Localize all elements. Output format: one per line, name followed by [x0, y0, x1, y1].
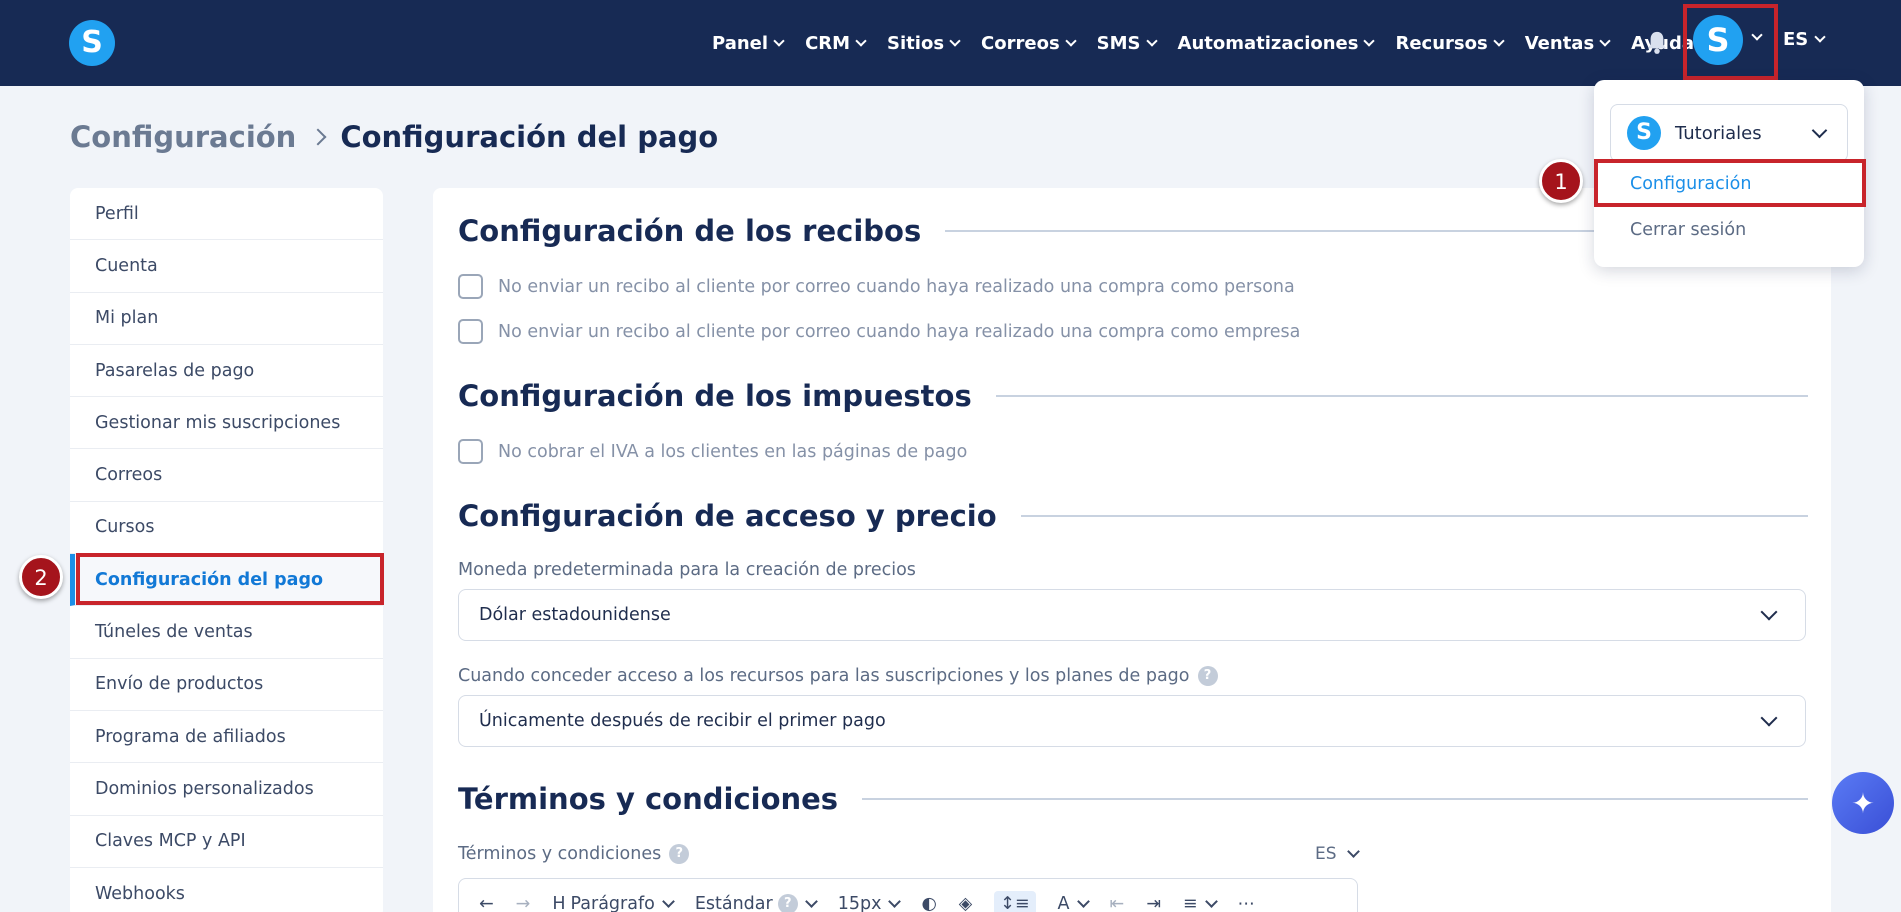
chevron-down-icon: [888, 895, 902, 908]
bell-icon[interactable]: [1646, 30, 1668, 54]
chevron-down-icon: [1076, 895, 1090, 908]
checkbox-row-vat[interactable]: No cobrar el IVA a los clientes en las p…: [458, 439, 967, 464]
redo-icon[interactable]: →: [516, 894, 531, 912]
checkbox-label: No enviar un recibo al cliente por corre…: [498, 276, 1295, 297]
chevron-down-icon: [661, 895, 675, 908]
sidebar-item-envio[interactable]: Envío de productos: [70, 659, 383, 711]
nav-item-ventas[interactable]: Ventas: [1525, 33, 1611, 54]
undo-icon[interactable]: ←: [479, 894, 494, 912]
highlight-avatar: [1683, 4, 1778, 80]
chevron-down-icon: [1814, 31, 1826, 43]
section-title-taxes: Configuración de los impuestos: [458, 379, 1808, 413]
highlight-settings-item: [1594, 159, 1866, 207]
outdent-icon[interactable]: ⇤: [1110, 894, 1125, 912]
font-select[interactable]: Estándar?: [695, 894, 818, 912]
main-nav: Panel CRM Sitios Correos SMS Automatizac…: [712, 0, 1694, 86]
sidebar-item-cursos[interactable]: Cursos: [70, 502, 383, 555]
ai-assistant-button[interactable]: ✦: [1832, 772, 1894, 834]
section-title-access: Configuración de acceso y precio: [458, 499, 1808, 533]
access-grant-select[interactable]: Únicamente después de recibir el primer …: [458, 695, 1806, 747]
help-icon[interactable]: ?: [669, 844, 690, 864]
checkbox-row-receipt-company[interactable]: No enviar un recibo al cliente por corre…: [458, 319, 1300, 344]
sidebar-item-afiliados[interactable]: Programa de afiliados: [70, 711, 383, 764]
nav-item-panel[interactable]: Panel: [712, 33, 785, 54]
checkbox-row-receipt-person[interactable]: No enviar un recibo al cliente por corre…: [458, 274, 1295, 299]
help-icon[interactable]: ?: [1197, 666, 1218, 686]
chevron-down-icon: [804, 895, 818, 908]
checkbox[interactable]: [458, 439, 483, 464]
sidebar-item-perfil[interactable]: Perfil: [70, 188, 383, 241]
language-selector[interactable]: ES: [1783, 29, 1826, 50]
fill-color-icon[interactable]: ◈: [959, 894, 972, 912]
chevron-down-icon: [1493, 34, 1505, 47]
sidebar-item-tuneles[interactable]: Túneles de ventas: [70, 606, 383, 659]
top-navbar: S Panel CRM Sitios Correos SMS Automatiz…: [0, 0, 1901, 86]
chevron-down-icon: [855, 34, 867, 47]
chevron-down-icon: [1760, 709, 1778, 727]
section-title-terms: Términos y condiciones: [458, 782, 1808, 816]
step-badge-1: 1: [1539, 159, 1583, 203]
editor-language-selector[interactable]: ES: [1315, 844, 1360, 864]
more-icon[interactable]: ⋯: [1238, 894, 1256, 912]
sparkle-icon: ✦: [1851, 786, 1875, 820]
account-logo: S: [1627, 116, 1661, 150]
chevron-down-icon: [1760, 603, 1778, 621]
align-icon[interactable]: ≡: [1183, 894, 1218, 912]
nav-item-automatizaciones[interactable]: Automatizaciones: [1178, 33, 1376, 54]
account-name: Tutoriales: [1675, 122, 1762, 144]
chevron-down-icon: [1145, 34, 1158, 47]
text-format-icon[interactable]: A: [1058, 894, 1090, 912]
checkbox[interactable]: [458, 319, 483, 344]
page-title: Configuración del pago: [340, 120, 719, 154]
nav-item-correos[interactable]: Correos: [981, 33, 1077, 54]
nav-item-sms[interactable]: SMS: [1097, 33, 1158, 54]
sidebar-item-webhooks[interactable]: Webhooks: [70, 868, 383, 912]
access-grant-label: Cuando conceder acceso a los recursos pa…: [458, 666, 1218, 686]
chevron-down-icon: [1346, 845, 1360, 858]
menu-item-logout[interactable]: Cerrar sesión: [1630, 220, 1746, 240]
chevron-right-icon: [309, 128, 327, 146]
palette-icon[interactable]: ◐: [921, 894, 936, 912]
chevron-down-icon: [1363, 34, 1376, 47]
sidebar-item-mi-plan[interactable]: Mi plan: [70, 293, 383, 345]
chevron-down-icon: [1204, 895, 1218, 908]
currency-select[interactable]: Dólar estadounidense: [458, 589, 1806, 641]
highlight-sidebar-item: [76, 553, 384, 605]
checkbox[interactable]: [458, 274, 483, 299]
chevron-down-icon: [773, 34, 785, 47]
paragraph-format-select[interactable]: H Parágrafo: [552, 894, 675, 912]
chevron-down-icon: [1065, 34, 1077, 47]
font-size-select[interactable]: 15px: [838, 894, 902, 912]
main-panel: Configuración de los recibos No enviar u…: [433, 188, 1831, 912]
brand-logo[interactable]: S: [69, 20, 115, 66]
sidebar-item-claves-api[interactable]: Claves MCP y API: [70, 816, 383, 868]
heading-icon: H: [552, 894, 566, 912]
sidebar-item-pasarelas[interactable]: Pasarelas de pago: [70, 345, 383, 398]
chevron-down-icon: [949, 34, 961, 47]
step-badge-2: 2: [19, 555, 63, 599]
terms-label: Términos y condiciones ?: [458, 844, 690, 864]
nav-item-recursos[interactable]: Recursos: [1395, 33, 1505, 54]
indent-icon[interactable]: ⇥: [1146, 894, 1161, 912]
breadcrumb-parent[interactable]: Configuración: [70, 120, 296, 154]
account-switcher[interactable]: S Tutoriales: [1610, 104, 1848, 162]
chevron-down-icon: [1811, 122, 1828, 139]
sidebar-item-suscripciones[interactable]: Gestionar mis suscripciones: [70, 397, 383, 450]
checkbox-label: No cobrar el IVA a los clientes en las p…: [498, 441, 968, 462]
sidebar-item-dominios[interactable]: Dominios personalizados: [70, 763, 383, 816]
line-height-icon[interactable]: ↕≡: [994, 891, 1036, 912]
breadcrumb: Configuración Configuración del pago: [70, 120, 718, 154]
editor-toolbar: ← → H Parágrafo Estándar? 15px ◐ ◈ ↕≡ A ⇤…: [458, 878, 1358, 912]
currency-label: Moneda predeterminada para la creación d…: [458, 560, 916, 580]
sidebar-item-cuenta[interactable]: Cuenta: [70, 240, 383, 293]
checkbox-label: No enviar un recibo al cliente por corre…: [498, 321, 1301, 342]
settings-sidebar: Perfil Cuenta Mi plan Pasarelas de pago …: [70, 188, 383, 912]
nav-item-crm[interactable]: CRM: [805, 33, 867, 54]
sidebar-item-correos[interactable]: Correos: [70, 449, 383, 502]
chevron-down-icon: [1599, 34, 1611, 47]
help-icon: ?: [777, 894, 798, 912]
nav-item-sitios[interactable]: Sitios: [887, 33, 961, 54]
